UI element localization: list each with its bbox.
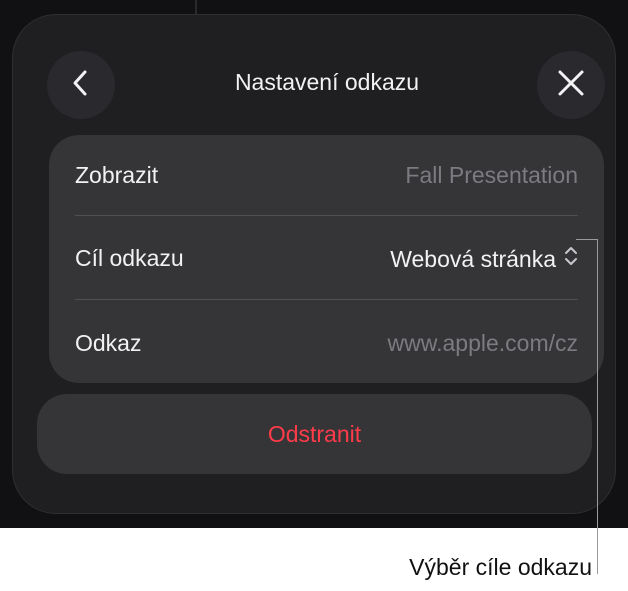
- link-url-field[interactable]: www.apple.com/cz: [388, 330, 578, 357]
- callout-leader-line: [576, 239, 597, 240]
- link-settings-group: Zobrazit Fall Presentation Cíl odkazu We…: [49, 135, 604, 383]
- row-divider: [75, 215, 578, 216]
- close-icon: [557, 69, 585, 102]
- delete-link-button[interactable]: Odstranit: [37, 394, 592, 474]
- back-button[interactable]: [47, 51, 115, 119]
- callout-label: Výběr cíle odkazu: [409, 554, 592, 580]
- close-button[interactable]: [537, 51, 605, 119]
- sheet-title: Nastavení odkazu: [234, 69, 420, 95]
- link-label: Odkaz: [75, 330, 142, 356]
- link-target-label: Cíl odkazu: [75, 245, 184, 271]
- callout-leader-line: [597, 239, 598, 574]
- display-field[interactable]: Fall Presentation: [405, 162, 578, 189]
- row-divider: [75, 299, 578, 300]
- link-target-value: Webová stránka: [390, 245, 556, 272]
- display-label: Zobrazit: [75, 162, 159, 188]
- link-target-selector[interactable]: Webová stránka: [390, 245, 578, 273]
- backdrop-divider: [195, 0, 197, 14]
- chevron-up-down-icon: [564, 245, 578, 273]
- chevron-left-icon: [71, 68, 91, 103]
- link-settings-sheet: Nastavení odkazu Zobrazit Fall Presentat…: [12, 14, 616, 514]
